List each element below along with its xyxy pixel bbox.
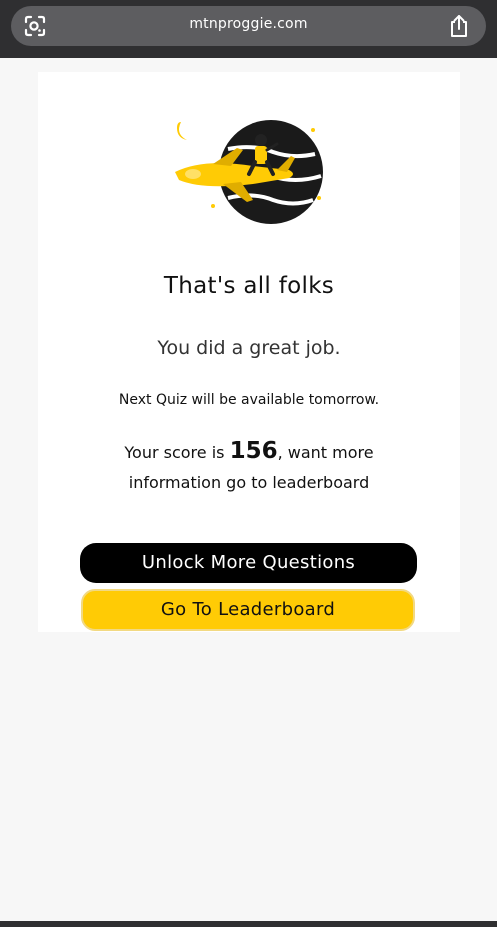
quiz-result-card: That's all folks You did a great job. Ne… [38, 72, 460, 632]
address-bar[interactable]: mtnproggie.com [11, 6, 486, 46]
browser-toolbar: mtnproggie.com [0, 0, 497, 58]
score-value: 156 [229, 438, 278, 464]
result-subtitle: You did a great job. [157, 337, 341, 359]
score-line-two: information go to leaderboard [128, 473, 370, 492]
rocket-rider-icon [175, 120, 323, 224]
bottom-bar [0, 921, 497, 927]
url-text[interactable]: mtnproggie.com [11, 16, 486, 32]
unlock-more-questions-button[interactable]: Unlock More Questions [80, 543, 417, 583]
share-icon[interactable] [448, 14, 470, 38]
score-suffix: , want more [277, 443, 374, 462]
next-quiz-notice: Next Quiz will be available tomorrow. [118, 392, 380, 408]
go-to-leaderboard-button[interactable]: Go To Leaderboard [81, 589, 415, 631]
score-message: Your score is 156, want more information… [38, 436, 460, 498]
result-title: That's all folks [163, 273, 335, 299]
score-prefix: Your score is [124, 443, 230, 462]
